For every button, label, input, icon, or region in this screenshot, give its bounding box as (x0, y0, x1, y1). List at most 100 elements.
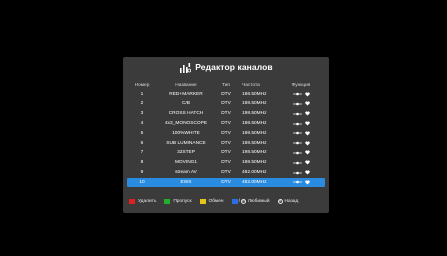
legend-swap[interactable]: Обмен (199, 198, 224, 204)
channel-type: DTV (221, 130, 231, 136)
channel-function-icons[interactable] (277, 180, 325, 185)
channel-name: MOVING1 (174, 160, 198, 166)
channel-type: DTV (221, 179, 231, 185)
channel-function-icons[interactable] (277, 121, 325, 126)
channel-frequency: 198.50MHz (242, 150, 267, 156)
channel-frequency: 198.50MHz (242, 101, 267, 107)
skip-icon (292, 181, 302, 184)
channel-frequency: 198.50MHz (242, 140, 267, 146)
legend-back[interactable]: ⊖ Назад (277, 198, 299, 204)
legend-swap-label: Обмен (208, 198, 224, 204)
legend-back-label: Назад (284, 198, 299, 204)
channel-function-icons[interactable] (277, 92, 325, 97)
skip-icon (292, 92, 302, 96)
channel-frequency: 198.50MHz (242, 130, 267, 136)
heart-icon (304, 170, 310, 175)
channel-name: CROSS HATCH (168, 111, 204, 117)
table-row[interactable]: 8 MOVING1 DTV 198.50MHz (127, 159, 325, 167)
heart-icon (304, 101, 310, 106)
skip-icon (292, 112, 302, 116)
channel-type: DTV (221, 170, 231, 176)
channel-frequency: 482.00MHz (242, 179, 267, 185)
dialog-header: Редактор каналов (123, 57, 329, 77)
channel-number: 4 (140, 121, 144, 127)
red-key-icon (129, 198, 135, 204)
skip-icon (292, 151, 302, 155)
table-row[interactable]: 9 stream AV DTV 482.00MHz (127, 168, 325, 176)
channel-number: 9 (140, 170, 144, 176)
channel-type: DTV (221, 140, 231, 146)
channel-function-icons[interactable] (277, 160, 325, 165)
column-number-header: Номер (134, 82, 150, 88)
channel-name: 4x3_MONOSCOPE (164, 121, 208, 127)
table-row[interactable]: 7 32STEP DTV 198.50MHz (127, 149, 325, 157)
channel-type: DTV (221, 121, 231, 127)
legend-skip[interactable]: Пропуск (164, 198, 192, 204)
channel-type: DTV (221, 150, 231, 156)
green-key-icon (164, 198, 171, 204)
heart-icon (304, 131, 310, 136)
channel-type: DTV (221, 160, 231, 166)
channel-name: RED+MARKER (169, 91, 203, 97)
channel-function-icons[interactable] (277, 101, 325, 106)
channel-editor-dialog: Редактор каналов Номер Название Тип Част… (123, 57, 329, 213)
skip-icon (292, 171, 302, 174)
channel-name: 100%WHITE (172, 130, 200, 136)
heart-icon (304, 150, 310, 155)
table-header: Номер Название Тип Частота Функция (127, 81, 325, 89)
channel-list-icon (179, 61, 192, 73)
column-frequency-header: Частота (242, 82, 260, 88)
column-function-header: Функция (291, 82, 311, 88)
channel-number: 7 (140, 150, 144, 156)
legend-favorite[interactable]: / ⊖ Любимый (231, 198, 270, 204)
legend-skip-label: Пропуск (173, 198, 192, 204)
dialog-title: Редактор каналов (195, 62, 273, 72)
back-key-icon: ⊖ (277, 198, 283, 204)
skip-icon (292, 132, 302, 135)
channel-function-icons[interactable] (277, 131, 325, 136)
channel-frequency: 198.50MHz (242, 91, 267, 97)
channel-function-icons[interactable] (277, 111, 325, 116)
channel-number: 10 (139, 179, 145, 185)
channel-name: EWS (180, 179, 192, 185)
column-type-header: Тип (222, 82, 230, 88)
channel-type: DTV (221, 111, 231, 117)
yellow-key-icon (199, 198, 206, 204)
table-row[interactable]: 10 EWS DTV 482.00MHz (127, 178, 325, 187)
channel-frequency: 198.50MHz (242, 111, 267, 117)
skip-icon (292, 122, 302, 125)
table-row[interactable]: 2 C/B DTV 198.50MHz (127, 100, 325, 108)
table-row[interactable]: 6 SUB LUMINANCE DTV 198.50MHz (127, 139, 325, 147)
legend-favorite-label: Любимый (247, 198, 270, 204)
channel-number: 3 (140, 111, 144, 117)
channel-name: 32STEP (177, 150, 195, 156)
channel-function-icons[interactable] (277, 141, 325, 146)
slash-separator: / (238, 198, 240, 204)
channel-frequency: 198.50MHz (242, 121, 267, 127)
channel-type: DTV (221, 101, 231, 107)
channel-number: 1 (140, 91, 144, 97)
table-row[interactable]: 3 CROSS HATCH DTV 198.50MHz (127, 110, 325, 118)
channel-name: C/B (182, 101, 190, 107)
key-legend: Удалить Пропуск Обмен / ⊖ Любимый ⊖ Наза… (129, 196, 327, 206)
legend-delete-label: Удалить (138, 198, 157, 204)
legend-delete[interactable]: Удалить (129, 198, 157, 204)
channel-name: SUB LUMINANCE (166, 140, 206, 146)
skip-icon (292, 161, 302, 165)
heart-icon (304, 180, 310, 185)
channel-number: 8 (140, 160, 144, 166)
channel-type: DTV (221, 91, 231, 97)
heart-icon (304, 160, 310, 165)
channel-function-icons[interactable] (277, 150, 325, 155)
table-row[interactable]: 1 RED+MARKER DTV 198.50MHz (127, 90, 325, 98)
channel-frequency: 482.00MHz (242, 170, 267, 176)
heart-icon (304, 92, 310, 97)
heart-icon (304, 121, 310, 126)
table-row[interactable]: 5 100%WHITE DTV 198.50MHz (127, 129, 325, 137)
channel-function-icons[interactable] (277, 170, 325, 175)
channel-number: 2 (140, 101, 144, 107)
column-name-header: Название (175, 82, 197, 88)
table-row[interactable]: 4 4x3_MONOSCOPE DTV 198.50MHz (127, 119, 325, 127)
channel-name: stream AV (175, 170, 197, 176)
blue-key-icon (231, 198, 238, 204)
